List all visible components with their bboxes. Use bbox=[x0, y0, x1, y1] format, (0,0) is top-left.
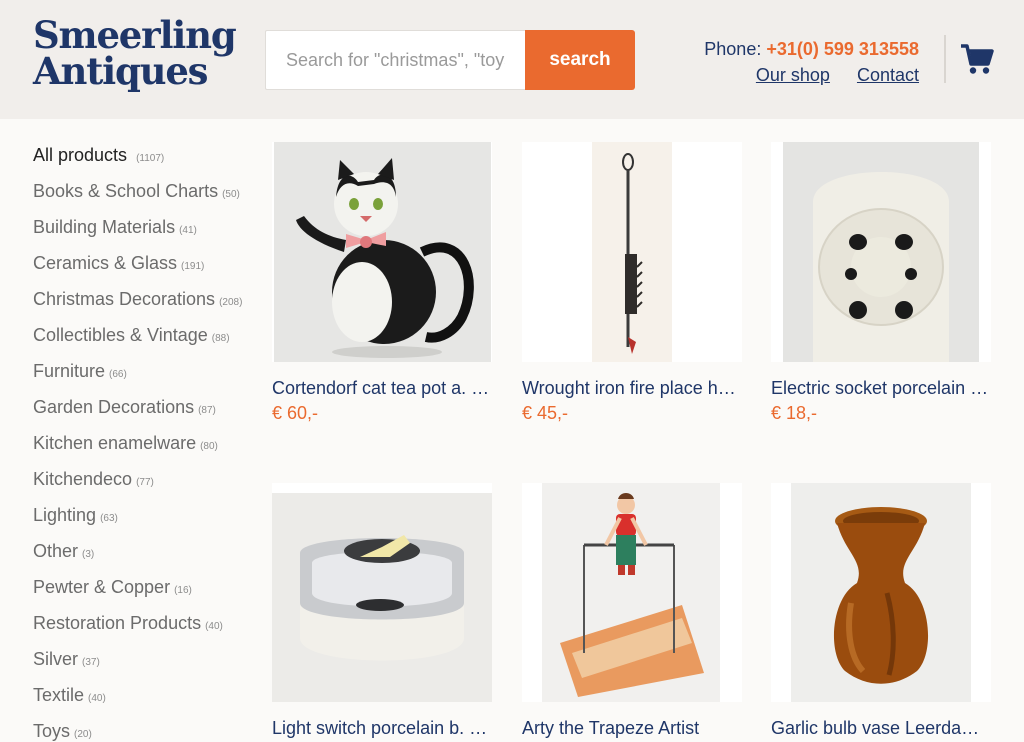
category-label: Books & School Charts bbox=[33, 181, 219, 201]
category-count: (3) bbox=[82, 549, 95, 560]
header-links: Our shop Contact bbox=[704, 62, 919, 88]
category-label: Furniture bbox=[33, 361, 106, 381]
product-title[interactable]: Cortendorf cat tea pot a. 1950s bbox=[272, 378, 490, 399]
category-kitchen-enamelware[interactable]: Kitchen enamelware (80) bbox=[33, 425, 258, 461]
category-count: (40) bbox=[205, 621, 223, 632]
category-lighting[interactable]: Lighting (63) bbox=[33, 497, 258, 533]
logo-line-1: Smeerling bbox=[33, 13, 237, 57]
phone-number[interactable]: +31(0) 599 313558 bbox=[766, 39, 919, 59]
light-switch-illustration bbox=[300, 535, 464, 661]
category-count: (80) bbox=[200, 441, 218, 452]
category-label: Lighting bbox=[33, 505, 97, 525]
shopping-cart-icon[interactable] bbox=[960, 42, 994, 76]
fire-hanger-illustration bbox=[622, 153, 643, 354]
category-furniture[interactable]: Furniture (66) bbox=[33, 353, 258, 389]
category-christmas[interactable]: Christmas Decorations (208) bbox=[33, 281, 258, 317]
category-label: Ceramics & Glass bbox=[33, 253, 178, 273]
category-building-materials[interactable]: Building Materials (41) bbox=[33, 209, 258, 245]
category-collectibles[interactable]: Collectibles & Vintage (88) bbox=[33, 317, 258, 353]
site-logo[interactable]: Smeerling Antiques bbox=[33, 13, 237, 93]
product-card[interactable]: Light switch porcelain b. chrome bbox=[272, 483, 492, 739]
category-textile[interactable]: Textile (40) bbox=[33, 677, 258, 713]
our-shop-link[interactable]: Our shop bbox=[756, 65, 830, 85]
category-ceramics-glass[interactable]: Ceramics & Glass (191) bbox=[33, 245, 258, 281]
product-image[interactable] bbox=[522, 142, 742, 362]
product-title[interactable]: Garlic bulb vase Leerdam amber bbox=[771, 718, 989, 739]
phone-line: Phone: +31(0) 599 313558 bbox=[704, 36, 919, 62]
category-count: (40) bbox=[88, 693, 106, 704]
category-label: Building Materials bbox=[33, 217, 176, 237]
category-sidebar: All products (1107) Books & School Chart… bbox=[33, 137, 258, 742]
category-label: Silver bbox=[33, 649, 79, 669]
search-button[interactable]: search bbox=[525, 30, 635, 90]
product-card[interactable]: Electric socket porcelain white € 18,- bbox=[771, 142, 991, 424]
product-image[interactable] bbox=[272, 483, 492, 702]
product-price: € 45,- bbox=[522, 403, 569, 423]
product-title[interactable]: Light switch porcelain b. chrome bbox=[272, 718, 490, 739]
product-price: € 18,- bbox=[771, 403, 818, 423]
category-label: Garden Decorations bbox=[33, 397, 195, 417]
category-count: (77) bbox=[136, 477, 154, 488]
category-count: (16) bbox=[174, 585, 192, 596]
category-toys[interactable]: Toys (20) bbox=[33, 713, 258, 742]
site-header: Smeerling Antiques search Phone: +31(0) … bbox=[0, 0, 1024, 119]
category-count: (63) bbox=[100, 513, 118, 524]
product-image[interactable] bbox=[272, 142, 492, 362]
contact-block: Phone: +31(0) 599 313558 Our shop Contac… bbox=[704, 36, 919, 88]
category-count: (191) bbox=[181, 261, 205, 272]
category-count: (66) bbox=[109, 369, 127, 380]
category-count: (20) bbox=[74, 729, 92, 740]
search-input[interactable] bbox=[265, 30, 525, 90]
category-label: Other bbox=[33, 541, 79, 561]
header-divider bbox=[944, 35, 946, 83]
category-other[interactable]: Other (3) bbox=[33, 533, 258, 569]
amber-vase-illustration bbox=[833, 507, 929, 684]
phone-label: Phone: bbox=[704, 39, 762, 59]
category-label: Restoration Products bbox=[33, 613, 202, 633]
category-label: Textile bbox=[33, 685, 85, 705]
category-count: (1107) bbox=[136, 153, 165, 164]
category-kitchendeco[interactable]: Kitchendeco (77) bbox=[33, 461, 258, 497]
category-count: (88) bbox=[211, 333, 230, 344]
product-card[interactable]: Garlic bulb vase Leerdam amber bbox=[771, 483, 991, 739]
category-books[interactable]: Books & School Charts (50) bbox=[33, 173, 258, 209]
product-title[interactable]: Electric socket porcelain white bbox=[771, 378, 989, 399]
category-label: Pewter & Copper bbox=[33, 577, 171, 597]
category-label: Collectibles & Vintage bbox=[33, 325, 208, 345]
category-count: (87) bbox=[198, 405, 216, 416]
category-label: Kitchen enamelware bbox=[33, 433, 197, 453]
product-image[interactable] bbox=[771, 483, 991, 702]
category-label: All products bbox=[33, 145, 128, 165]
product-card[interactable]: Wrought iron fire place hanger € 45,- bbox=[522, 142, 742, 424]
category-label: Kitchendeco bbox=[33, 469, 133, 489]
category-restoration[interactable]: Restoration Products (40) bbox=[33, 605, 258, 641]
category-count: (37) bbox=[82, 657, 100, 668]
category-all-products[interactable]: All products (1107) bbox=[33, 137, 258, 173]
product-card[interactable]: Cortendorf cat tea pot a. 1950s € 60,- bbox=[272, 142, 492, 424]
product-title[interactable]: Wrought iron fire place hanger bbox=[522, 378, 740, 399]
product-price: € 60,- bbox=[272, 403, 319, 423]
socket-illustration bbox=[813, 172, 949, 362]
category-count: (50) bbox=[222, 189, 240, 200]
trapeze-toy-illustration bbox=[560, 493, 704, 697]
search-form: search bbox=[265, 30, 635, 90]
product-card[interactable]: Arty the Trapeze Artist bbox=[522, 483, 742, 739]
cat-teapot-illustration bbox=[296, 158, 474, 358]
product-title[interactable]: Arty the Trapeze Artist bbox=[522, 718, 740, 739]
product-image[interactable] bbox=[771, 142, 991, 362]
category-silver[interactable]: Silver (37) bbox=[33, 641, 258, 677]
logo-line-2: Antiques bbox=[33, 49, 209, 93]
category-pewter-copper[interactable]: Pewter & Copper (16) bbox=[33, 569, 258, 605]
product-image[interactable] bbox=[522, 483, 742, 702]
category-count: (41) bbox=[179, 225, 197, 236]
category-label: Toys bbox=[33, 721, 71, 741]
category-label: Christmas Decorations bbox=[33, 289, 216, 309]
category-count: (208) bbox=[219, 297, 243, 308]
category-garden[interactable]: Garden Decorations (87) bbox=[33, 389, 258, 425]
contact-link[interactable]: Contact bbox=[857, 65, 919, 85]
